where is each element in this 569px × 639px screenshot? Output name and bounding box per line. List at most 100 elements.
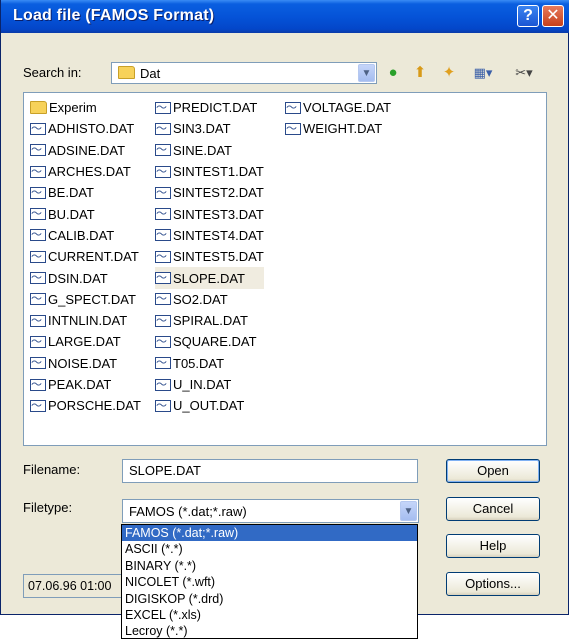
file-list-item[interactable]: PREDICT.DAT — [155, 97, 264, 118]
file-list-item[interactable]: SINE.DAT — [155, 140, 264, 161]
file-name: SINTEST5.DAT — [173, 249, 264, 265]
file-list-item[interactable]: ARCHES.DAT — [30, 161, 141, 182]
file-list-item[interactable]: SINTEST4.DAT — [155, 225, 264, 246]
cancel-button[interactable]: Cancel — [446, 497, 540, 521]
file-name: NOISE.DAT — [48, 355, 118, 371]
data-file-icon — [30, 312, 46, 328]
folder-icon — [30, 101, 47, 115]
data-file-icon — [155, 141, 171, 157]
file-list-item[interactable]: SINTEST2.DAT — [155, 182, 264, 203]
file-name: ADHISTO.DAT — [48, 121, 135, 137]
file-name: CURRENT.DAT — [48, 249, 139, 265]
file-list-item[interactable]: BE.DAT — [30, 182, 141, 203]
filetype-option[interactable]: ASCII (*.*) — [122, 541, 417, 557]
tools-menu-icon[interactable]: ✂▾ — [509, 62, 539, 84]
data-file-icon — [155, 290, 171, 306]
filetype-option[interactable]: BINARY (*.*) — [122, 558, 417, 574]
file-column-1: Experim ADHISTO.DAT ADSINE.DAT ARCHES.DAT BE… — [30, 97, 141, 416]
data-file-icon — [30, 226, 46, 242]
file-list-item[interactable]: WEIGHT.DAT — [285, 118, 391, 139]
view-menu-icon[interactable]: ▦▾ — [467, 62, 499, 84]
file-list-item[interactable]: U_IN.DAT — [155, 374, 264, 395]
data-file-icon — [30, 397, 46, 413]
file-name: DSIN.DAT — [48, 270, 108, 286]
file-list-item[interactable]: SPIRAL.DAT — [155, 310, 264, 331]
file-list-item[interactable]: INTNLIN.DAT — [30, 310, 141, 331]
file-date-status: 07.06.96 01:00 — [23, 574, 123, 598]
file-column-3: VOLTAGE.DAT WEIGHT.DAT — [285, 97, 391, 140]
data-file-icon — [30, 205, 46, 221]
file-list-item[interactable]: SINTEST3.DAT — [155, 203, 264, 224]
file-name: SO2.DAT — [173, 291, 228, 307]
file-list-item[interactable]: LARGE.DAT — [30, 331, 141, 352]
filetype-dropdown-list[interactable]: FAMOS (*.dat;*.raw) ASCII (*.*) BINARY (*.… — [121, 524, 418, 639]
file-list-item[interactable]: CURRENT.DAT — [30, 246, 141, 267]
file-name: SINE.DAT — [173, 142, 232, 158]
data-file-icon — [30, 354, 46, 370]
file-list-item[interactable]: DSIN.DAT — [30, 267, 141, 288]
file-name: INTNLIN.DAT — [48, 313, 128, 329]
help-icon[interactable]: ? — [517, 5, 539, 27]
file-name: ARCHES.DAT — [48, 164, 131, 180]
file-list-item[interactable]: BU.DAT — [30, 203, 141, 224]
file-list-item[interactable]: G_SPECT.DAT — [30, 289, 141, 310]
file-list-item[interactable]: SLOPE.DAT — [155, 267, 264, 289]
file-list-item[interactable]: SQUARE.DAT — [155, 331, 264, 352]
data-file-icon — [30, 120, 46, 136]
data-file-icon — [155, 120, 171, 136]
data-file-icon — [30, 248, 46, 264]
filetype-option[interactable]: FAMOS (*.dat;*.raw) — [122, 525, 417, 542]
file-name: SINTEST1.DAT — [173, 164, 264, 180]
options-button[interactable]: Options... — [446, 572, 540, 596]
filename-label: Filename: — [23, 462, 81, 477]
data-file-icon — [155, 226, 171, 242]
title-bar[interactable]: Load file (FAMOS Format) ? ✕ — [1, 0, 569, 33]
open-button[interactable]: Open — [446, 459, 540, 483]
file-list-item[interactable]: ADSINE.DAT — [30, 140, 141, 161]
filetype-select[interactable]: FAMOS (*.dat;*.raw) ▼ — [122, 499, 419, 523]
search-in-combo[interactable]: Dat ▼ — [111, 62, 377, 84]
new-folder-icon[interactable]: ✦ — [438, 62, 460, 84]
data-file-icon — [155, 312, 171, 328]
back-icon[interactable]: ● — [384, 62, 402, 84]
chevron-down-icon[interactable]: ▼ — [358, 64, 375, 82]
search-in-value: Dat — [140, 66, 161, 81]
file-list-item[interactable]: SO2.DAT — [155, 289, 264, 310]
filetype-option[interactable]: EXCEL (*.xls) — [122, 607, 417, 623]
data-file-icon — [30, 163, 46, 179]
window-title: Load file (FAMOS Format) — [13, 7, 215, 24]
file-list-item[interactable]: SINTEST5.DAT — [155, 246, 264, 267]
file-list-item[interactable]: T05.DAT — [155, 353, 264, 374]
file-name: PORSCHE.DAT — [48, 398, 141, 414]
file-list-item[interactable]: U_OUT.DAT — [155, 395, 264, 416]
up-folder-icon[interactable]: ⬆ — [410, 62, 430, 84]
file-list-item[interactable]: CALIB.DAT — [30, 225, 141, 246]
close-icon[interactable]: ✕ — [542, 5, 564, 27]
file-list[interactable]: Experim ADHISTO.DAT ADSINE.DAT ARCHES.DAT BE… — [23, 92, 547, 446]
help-button[interactable]: Help — [446, 534, 540, 558]
chevron-down-icon[interactable]: ▼ — [400, 501, 417, 521]
data-file-icon — [155, 376, 171, 392]
file-list-item[interactable]: VOLTAGE.DAT — [285, 97, 391, 118]
data-file-icon — [155, 248, 171, 264]
data-file-icon — [155, 269, 171, 285]
file-list-item[interactable]: PEAK.DAT — [30, 374, 141, 395]
file-name: U_IN.DAT — [173, 377, 232, 392]
file-name: LARGE.DAT — [48, 334, 121, 350]
filetype-option[interactable]: NICOLET (*.wft) — [122, 574, 417, 590]
file-list-item[interactable]: Experim — [30, 97, 141, 118]
file-list-item[interactable]: SINTEST1.DAT — [155, 161, 264, 182]
data-file-icon — [155, 397, 171, 413]
folder-icon — [118, 66, 135, 79]
file-list-item[interactable]: ADHISTO.DAT — [30, 118, 141, 139]
file-list-item[interactable]: NOISE.DAT — [30, 353, 141, 374]
file-name: SIN3.DAT — [173, 121, 231, 137]
filename-input[interactable]: SLOPE.DAT — [122, 459, 418, 483]
file-list-item[interactable]: PORSCHE.DAT — [30, 395, 141, 416]
filetype-option[interactable]: Lecroy (*.*) — [122, 623, 417, 639]
file-name: BU.DAT — [48, 206, 95, 222]
file-name: U_OUT.DAT — [173, 398, 245, 414]
data-file-icon — [155, 184, 171, 200]
filetype-option[interactable]: DIGISKOP (*.drd) — [122, 591, 417, 607]
file-list-item[interactable]: SIN3.DAT — [155, 118, 264, 139]
